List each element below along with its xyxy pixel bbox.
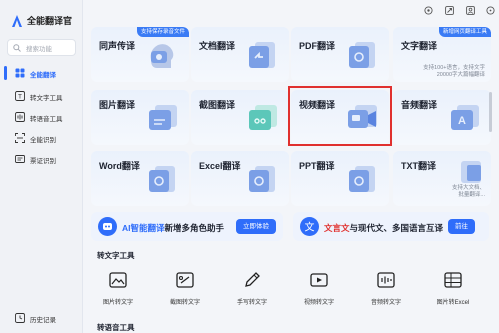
sidebar-item-text-tools[interactable]: T 转文字工具 (0, 87, 83, 105)
svg-text:A: A (458, 115, 466, 127)
section-title-voice-tools: 转语音工具 (97, 323, 135, 332)
sidebar-item-history[interactable]: 历史记录 (0, 310, 83, 326)
tool-label: 图片转Excel (436, 300, 470, 306)
card-word-translate[interactable]: Word翻译 (91, 151, 189, 206)
ticket-icon (15, 155, 25, 163)
handwriting-icon (245, 272, 260, 287)
card-title: 截图翻译 (199, 100, 236, 110)
card-text-translate[interactable]: 新增网页翻译工具 文字翻译 支持100+语言，支持文字 20000字大篇幅翻译 (393, 27, 491, 82)
screenshot-icon (249, 105, 277, 130)
app-title: 全能翻译官 (27, 16, 73, 26)
try-now-button[interactable]: 立即体验 (236, 219, 276, 234)
document-icon (249, 42, 275, 68)
card-title: 文档翻译 (199, 41, 236, 51)
card-excel-translate[interactable]: Excel翻译 (191, 151, 289, 206)
feedback-icon[interactable] (445, 6, 454, 15)
image-icon (149, 105, 177, 130)
tool-label: 图片转文字 (102, 300, 133, 306)
card-simultaneous-interpretation[interactable]: 支持保存录音文件 同声传译 (91, 27, 189, 82)
card-title: PPT翻译 (299, 161, 335, 171)
card-document-translate[interactable]: 文档翻译 (191, 27, 289, 82)
sidebar-item-label: 转文字工具 (30, 95, 63, 102)
section-title-text-tools: 转文字工具 (97, 251, 135, 260)
image-to-excel-icon (444, 272, 462, 288)
card-title: Excel翻译 (199, 161, 241, 171)
card-txt-translate[interactable]: TXT翻译 支持大文档、 批量翻译... (393, 151, 491, 206)
account-icon[interactable] (466, 6, 475, 15)
screenshot-to-text-icon (176, 272, 194, 288)
card-title: Word翻译 (99, 161, 140, 171)
tool-video-to-text[interactable]: 视频转文字 (289, 270, 349, 316)
video-to-text-icon (310, 273, 328, 287)
card-desc: 支持大文档、 批量翻译... (451, 185, 485, 198)
grid-icon (15, 68, 25, 78)
excel-icon (249, 166, 275, 192)
settings-icon[interactable] (424, 6, 433, 15)
svg-text:文: 文 (305, 221, 315, 234)
sidebar-item-all-recognize[interactable]: 全能识别 (0, 129, 83, 147)
pdf-icon (349, 42, 375, 68)
card-title: 图片翻译 (99, 100, 136, 110)
card-image-translate[interactable]: 图片翻译 (91, 90, 189, 145)
audio-icon (15, 112, 25, 122)
sidebar: 全能翻译官 搜索功能 全能翻译 T 转文字工具 转语音工具 全能识别 票证识别 … (0, 0, 83, 333)
card-title: 同声传译 (99, 41, 136, 51)
ppt-icon (349, 166, 375, 192)
scrollbar[interactable] (489, 92, 492, 132)
menu-icon[interactable] (486, 6, 495, 15)
search-input[interactable]: 搜索功能 (7, 39, 76, 56)
tool-label: 视频转文字 (303, 300, 334, 306)
card-audio-translate[interactable]: 音频翻译 A (393, 90, 491, 145)
ai-robot-icon (98, 217, 117, 236)
card-desc: 支持100+语言，支持文字 20000字大篇幅翻译 (423, 65, 485, 78)
sidebar-item-label: 全能识别 (30, 137, 56, 144)
clock-icon (15, 313, 25, 323)
go-button[interactable]: 前往 (448, 219, 475, 234)
banner-text: 文言文与现代文、多国语言互译 (324, 223, 444, 233)
tool-screenshot-to-text[interactable]: 截图转文字 (155, 270, 215, 316)
card-title: 文字翻译 (401, 41, 438, 51)
sidebar-item-label: 票证识别 (30, 158, 56, 165)
card-ppt-translate[interactable]: PPT翻译 (291, 151, 389, 206)
tool-label: 音频转文字 (370, 300, 401, 306)
tool-image-to-text[interactable]: 图片转文字 (88, 270, 148, 316)
card-title: TXT翻译 (401, 161, 436, 171)
image-to-text-icon (109, 272, 127, 288)
card-screenshot-translate[interactable]: 截图翻译 (191, 90, 289, 145)
sidebar-item-ticket-recognize[interactable]: 票证识别 (0, 150, 83, 168)
card-tag: 支持保存录音文件 (136, 27, 189, 37)
app-window: 全能翻译官 搜索功能 全能翻译 T 转文字工具 转语音工具 全能识别 票证识别 … (0, 0, 499, 333)
card-tag: 新增网页翻译工具 (438, 27, 491, 37)
text-convert-icon: T (15, 91, 25, 101)
sidebar-item-voice-tools[interactable]: 转语音工具 (0, 108, 83, 126)
classical-chinese-icon: 文 (300, 217, 319, 236)
search-icon (13, 44, 21, 52)
audio-to-text-icon (377, 272, 395, 288)
sidebar-item-all-translate[interactable]: 全能翻译 (0, 64, 83, 82)
card-title: PDF翻译 (299, 41, 336, 51)
audio-translate-icon: A (451, 105, 479, 130)
sidebar-item-label: 转语音工具 (30, 116, 63, 123)
tool-image-to-excel[interactable]: 图片转Excel (423, 270, 483, 316)
tool-label: 手写转文字 (236, 300, 267, 306)
mic-head-icon (150, 44, 174, 68)
history-label: 历史记录 (30, 317, 56, 324)
scan-icon (15, 133, 25, 143)
word-icon (149, 166, 175, 192)
banner-classical-chinese[interactable]: 文 文言文与现代文、多国语言互译 前往 (293, 212, 489, 241)
tool-handwriting-to-text[interactable]: 手写转文字 (222, 270, 282, 316)
card-pdf-translate[interactable]: PDF翻译 (291, 27, 389, 82)
card-title: 音频翻译 (401, 100, 438, 110)
tool-label: 截图转文字 (169, 300, 200, 306)
selection-highlight (288, 86, 392, 146)
sidebar-item-label: 全能翻译 (30, 72, 56, 79)
app-logo-icon (12, 15, 22, 27)
search-placeholder: 搜索功能 (26, 46, 52, 53)
svg-text:T: T (18, 94, 22, 101)
banner-text: AI智能翻译新增多角色助手 (122, 223, 225, 233)
banner-ai-translate[interactable]: AI智能翻译新增多角色助手 立即体验 (91, 212, 283, 241)
tool-audio-to-text[interactable]: 音频转文字 (356, 270, 416, 316)
